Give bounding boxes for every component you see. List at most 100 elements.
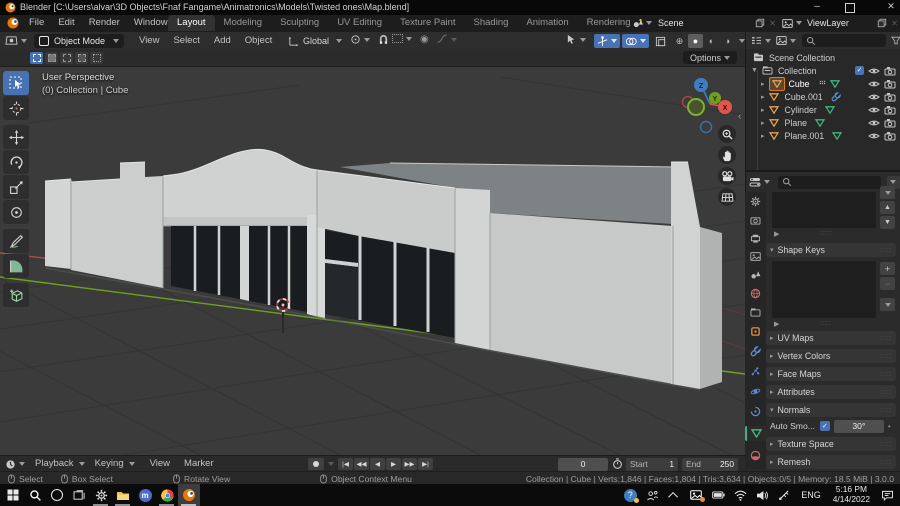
outliner-row-collection[interactable]: ▼ Collection ✓ — [745, 64, 900, 77]
select-mode-extend-button[interactable] — [45, 51, 58, 64]
proportional-edit-toggle[interactable]: ◉ — [420, 34, 429, 45]
menu-marker[interactable]: Marker — [177, 456, 221, 472]
outliner-display-mode[interactable] — [776, 36, 796, 45]
snap-toggle[interactable] — [378, 34, 389, 45]
auto-smooth-checkbox[interactable]: ✓ — [819, 421, 830, 431]
new-viewlayer-icon[interactable] — [877, 18, 887, 28]
outliner-search-input[interactable] — [802, 34, 887, 47]
pan-button[interactable] — [718, 146, 736, 164]
tool-select-box[interactable] — [3, 71, 29, 95]
shading-material-button[interactable]: ◐ — [704, 34, 719, 48]
tray-wifi-icon[interactable] — [729, 484, 751, 506]
jump-to-start-button[interactable]: |◀ — [338, 458, 353, 470]
tray-screenshot-icon[interactable] — [685, 484, 707, 506]
render-camera-icon[interactable] — [884, 118, 896, 128]
tray-hidden-icons-chevron[interactable] — [663, 484, 685, 506]
render-camera-icon[interactable] — [884, 105, 896, 115]
cube-label[interactable]: Cube — [789, 79, 810, 89]
language-indicator[interactable]: ENG — [801, 490, 821, 500]
plane001-disclosure[interactable]: ▸ — [761, 132, 765, 140]
object-visibility-button[interactable] — [566, 34, 586, 45]
render-camera-icon[interactable] — [884, 66, 896, 76]
hide-eye-icon[interactable] — [868, 80, 880, 88]
render-camera-icon[interactable] — [884, 79, 896, 89]
panel-vertex-colors[interactable]: ▸ Vertex Colors:::: — [766, 349, 896, 363]
outliner-row-cylinder[interactable]: ▸ Cylinder — [745, 103, 900, 116]
chrome-icon[interactable] — [156, 484, 178, 506]
shading-rendered-button[interactable]: ◑ — [720, 34, 735, 48]
hide-eye-icon[interactable] — [868, 132, 880, 140]
menu-add[interactable]: Add — [207, 33, 238, 49]
tab-constraints-icon[interactable] — [750, 406, 761, 417]
tab-modeling[interactable]: Modeling — [215, 15, 272, 31]
outliner-row-plane001[interactable]: ▸ Plane.001 — [745, 129, 900, 142]
tray-usb-icon[interactable] — [773, 484, 795, 506]
vgroup-specials-button[interactable] — [880, 186, 895, 199]
tab-object-data-icon-active[interactable] — [745, 426, 766, 441]
collection-checkbox[interactable]: ✓ — [855, 66, 864, 75]
xray-toggle[interactable] — [652, 34, 669, 48]
select-mode-intersect-button[interactable] — [90, 51, 103, 64]
tab-uv-editing[interactable]: UV Editing — [328, 15, 391, 31]
list-resize-grip[interactable]: :::: — [820, 230, 832, 237]
tool-rotate[interactable] — [3, 150, 29, 174]
zoom-button[interactable] — [718, 125, 736, 143]
cortana-icon[interactable] — [46, 484, 68, 506]
tab-output-icon[interactable] — [750, 234, 761, 243]
tab-world-icon[interactable] — [750, 288, 761, 299]
vgroup-move-down-button[interactable]: ▼ — [880, 216, 895, 229]
collection-disclosure[interactable]: ▼ — [751, 67, 758, 74]
collection-label[interactable]: Collection — [778, 66, 817, 76]
menu-view[interactable]: View — [132, 33, 166, 49]
frame-end-field[interactable]: End 250 — [682, 457, 738, 471]
cylinder-label[interactable]: Cylinder — [785, 105, 817, 115]
properties-search-input[interactable] — [778, 175, 881, 189]
viewlayer-name[interactable]: ViewLayer — [807, 18, 849, 28]
medal-app-icon[interactable]: m — [134, 484, 156, 506]
shapekey-add-button[interactable]: + — [880, 262, 895, 275]
auto-keying-toggle[interactable] — [308, 458, 334, 470]
panel-shape-keys[interactable]: ▾ Shape Keys :::: — [766, 243, 896, 257]
tab-animation[interactable]: Animation — [517, 15, 577, 31]
menu-render[interactable]: Render — [82, 15, 127, 31]
current-frame-field[interactable]: 0 — [558, 457, 608, 471]
panel-uv-maps[interactable]: ▸ UV Maps:::: — [766, 331, 896, 345]
hide-eye-icon[interactable] — [868, 93, 880, 101]
auto-smooth-angle-field[interactable]: 30° — [833, 419, 884, 433]
frame-start-field[interactable]: Start 1 — [626, 457, 678, 471]
vgroup-move-up-button[interactable]: ▲ — [880, 201, 895, 214]
start-button[interactable] — [2, 484, 24, 506]
menu-playback[interactable]: Playback — [33, 456, 85, 472]
snap-target-button[interactable] — [392, 34, 412, 43]
options-dropdown[interactable]: Options — [682, 51, 737, 64]
settings-app-icon[interactable] — [90, 484, 112, 506]
mode-selector[interactable]: Object Mode — [34, 33, 125, 48]
menu-file[interactable]: File — [22, 15, 51, 31]
cylinder-disclosure[interactable]: ▸ — [761, 106, 765, 114]
panel-face-maps[interactable]: ▸ Face Maps:::: — [766, 367, 896, 381]
outliner-row-cube[interactable]: ▸ Cube — [745, 76, 900, 91]
tray-people-icon[interactable] — [641, 484, 663, 506]
show-overlays-toggle[interactable] — [622, 34, 649, 48]
outliner-row-plane[interactable]: ▸ Plane — [745, 116, 900, 129]
menu-select[interactable]: Select — [166, 33, 206, 49]
list-resize-grip[interactable]: :::: — [820, 320, 832, 327]
gizmo-minus-z[interactable] — [699, 120, 713, 134]
task-view-icon[interactable] — [68, 484, 90, 506]
close-button[interactable]: ✕ — [879, 1, 900, 12]
tool-measure[interactable] — [3, 254, 29, 278]
outliner-row-cube001[interactable]: ▸ Cube.001 — [745, 90, 900, 103]
file-explorer-icon[interactable] — [112, 484, 134, 506]
scene-name[interactable]: Scene — [658, 18, 684, 28]
camera-view-button[interactable] — [718, 167, 736, 185]
viewlayer-selector[interactable]: ViewLayer ✕ — [782, 16, 898, 30]
tab-physics-icon[interactable] — [750, 386, 761, 397]
scene-collection-label[interactable]: Scene Collection — [769, 53, 835, 63]
tool-annotate[interactable] — [3, 229, 29, 253]
tool-move[interactable] — [3, 125, 29, 149]
tab-particles-icon[interactable] — [750, 366, 761, 377]
play-button[interactable]: ▶ — [386, 458, 401, 470]
prev-keyframe-button[interactable]: ◀◀ — [354, 458, 369, 470]
list-expand-arrow[interactable]: ▶ — [774, 320, 779, 328]
select-mode-invert-button[interactable] — [75, 51, 88, 64]
